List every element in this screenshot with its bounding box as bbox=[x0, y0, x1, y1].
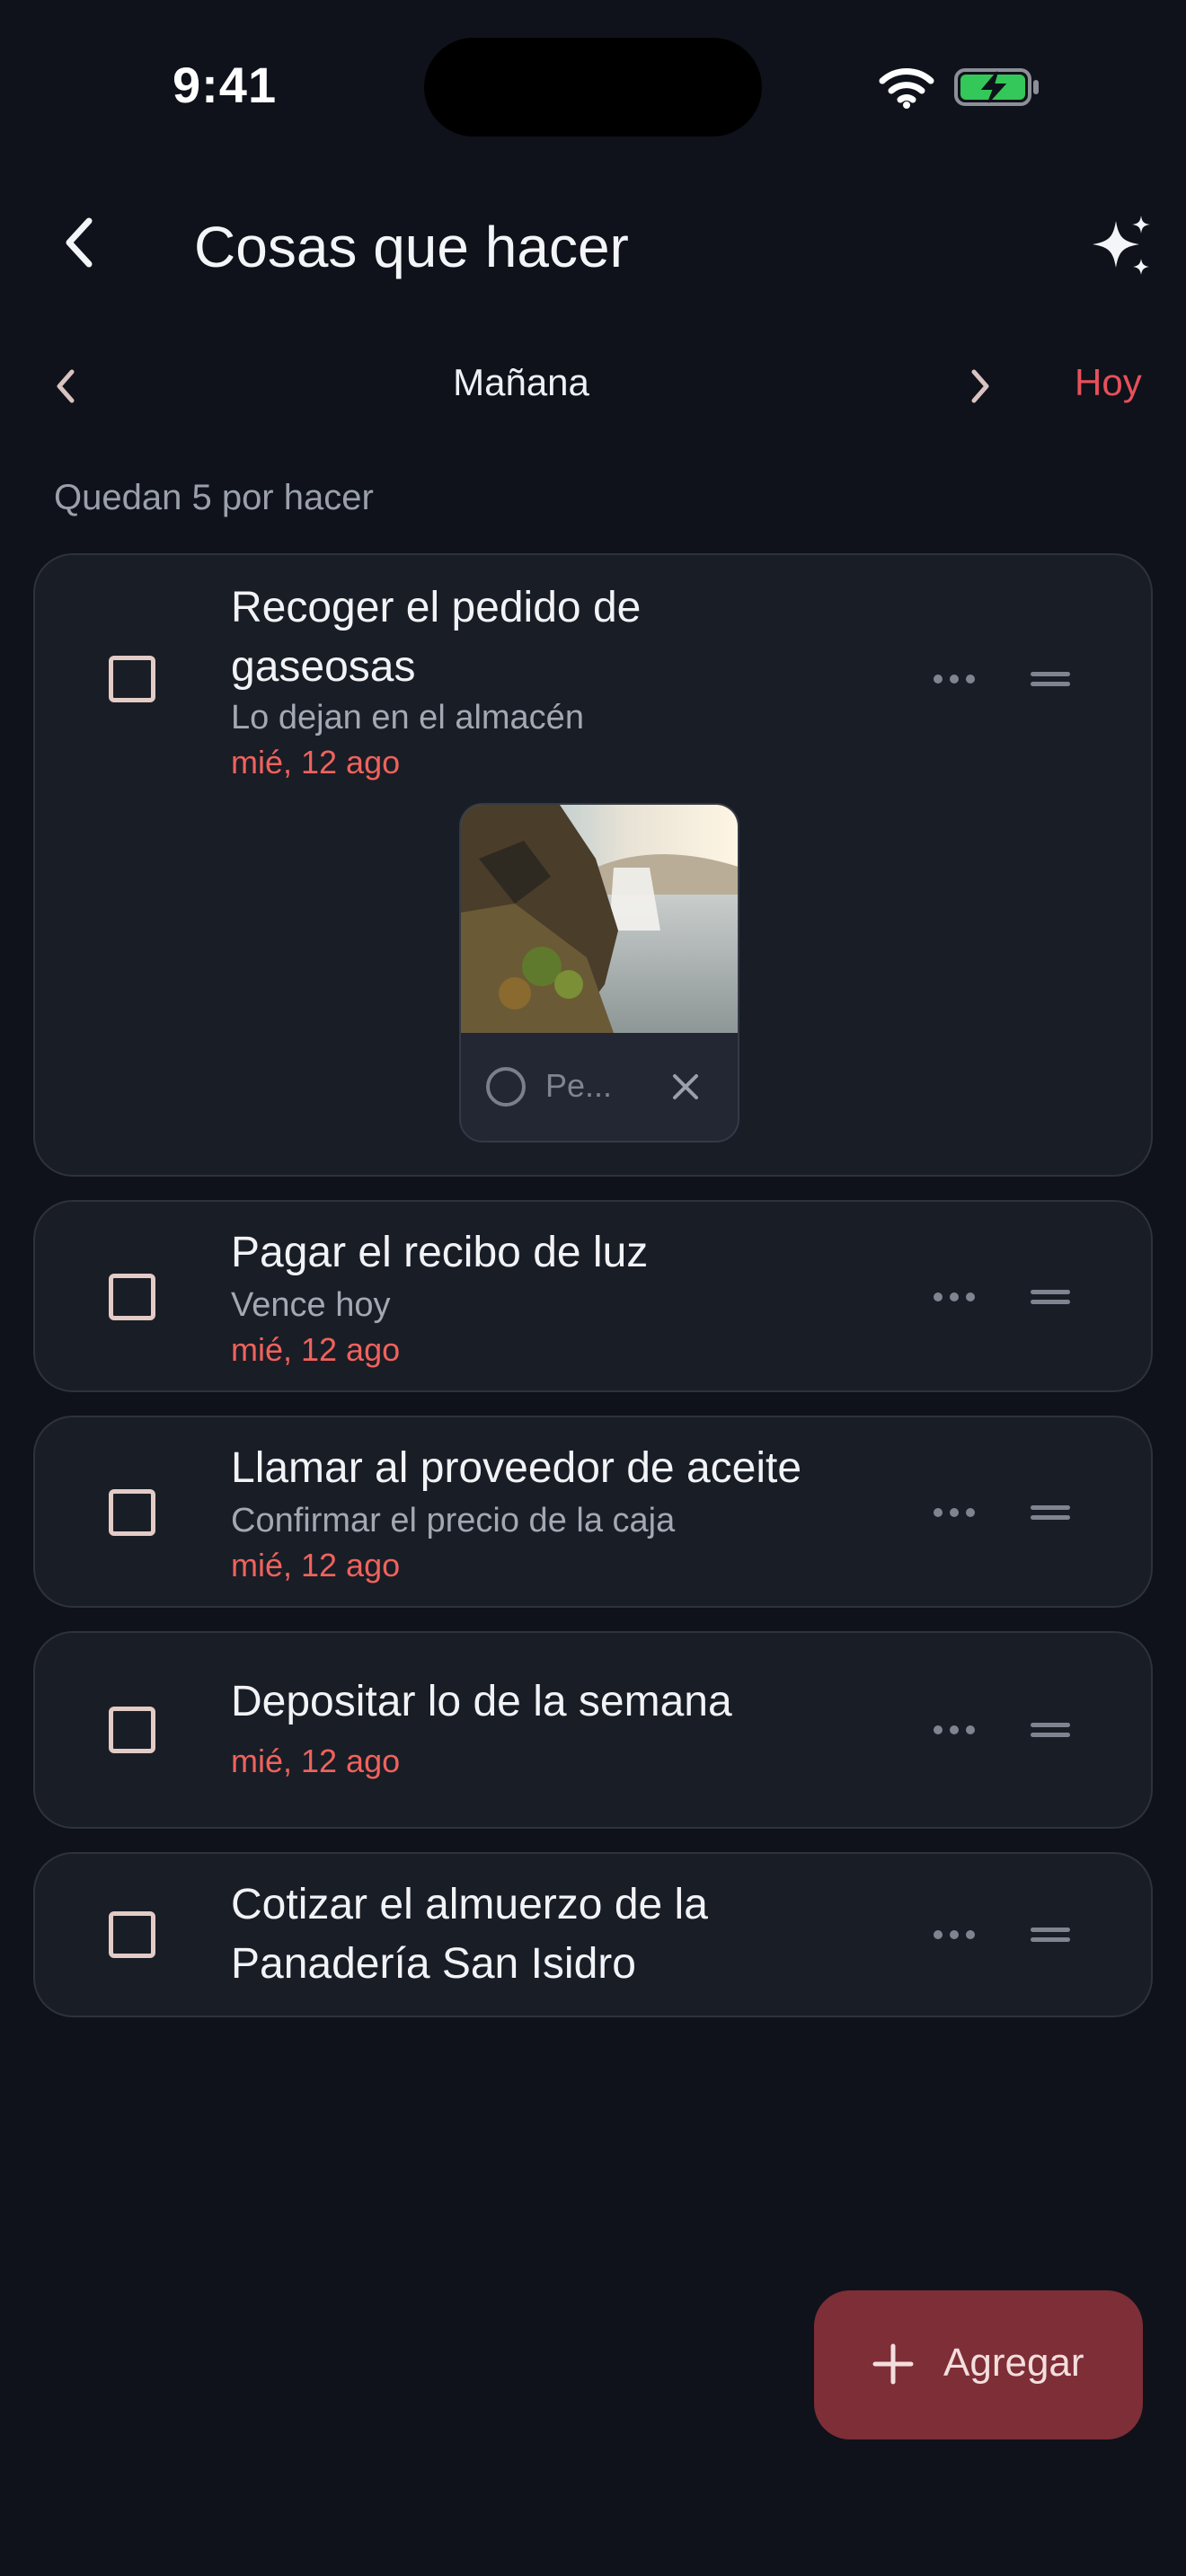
attachment-card[interactable]: Pe... bbox=[459, 803, 739, 1142]
task-checkbox[interactable] bbox=[109, 1707, 155, 1753]
status-bar: 9:41 bbox=[0, 0, 1186, 153]
page-title: Cosas que hacer bbox=[194, 215, 629, 279]
task-date: mié, 12 ago bbox=[231, 744, 401, 781]
wifi-icon bbox=[879, 68, 934, 109]
task-subtitle: Confirmar el precio de la caja bbox=[231, 1502, 676, 1539]
date-navigator: Mañana Hoy bbox=[0, 352, 1186, 420]
task-title: Pagar el recibo de luz bbox=[231, 1229, 649, 1276]
back-button[interactable] bbox=[47, 211, 110, 274]
task-title: Depositar lo de la semana bbox=[231, 1678, 732, 1725]
task-date: mié, 12 ago bbox=[231, 1742, 401, 1779]
today-button[interactable]: Hoy bbox=[1075, 361, 1142, 404]
drag-handle-icon[interactable] bbox=[1029, 1287, 1072, 1307]
more-options-icon[interactable] bbox=[932, 1926, 977, 1944]
task-checkbox[interactable] bbox=[109, 1274, 155, 1320]
previous-day-icon[interactable] bbox=[45, 361, 90, 411]
drag-handle-icon[interactable] bbox=[1029, 669, 1072, 689]
more-options-icon[interactable] bbox=[932, 1504, 977, 1522]
attachment-radio[interactable] bbox=[486, 1067, 526, 1107]
remaining-count: Quedan 5 por hacer bbox=[54, 478, 374, 517]
more-options-icon[interactable] bbox=[932, 1721, 977, 1739]
more-options-icon[interactable] bbox=[932, 670, 977, 688]
add-task-label: Agregar bbox=[943, 2341, 1084, 2385]
more-options-icon[interactable] bbox=[932, 1288, 977, 1306]
drag-handle-icon[interactable] bbox=[1029, 1503, 1072, 1522]
date-label: Mañana bbox=[453, 361, 589, 403]
dynamic-island bbox=[424, 38, 762, 137]
attachment-label: Pe... bbox=[545, 1067, 613, 1104]
task-title: Cotizar el almuerzo de la Panadería San … bbox=[231, 1881, 708, 1988]
waterfall-image bbox=[461, 805, 738, 1033]
task-card[interactable]: Depositar lo de la semana mié, 12 ago bbox=[33, 1631, 1153, 1829]
task-card[interactable]: Llamar al proveedor de aceite Confirmar … bbox=[33, 1416, 1153, 1608]
next-day-icon[interactable] bbox=[958, 361, 1003, 411]
close-icon[interactable] bbox=[668, 1069, 704, 1105]
task-card[interactable]: Cotizar el almuerzo de la Panadería San … bbox=[33, 1852, 1153, 2017]
app-bar: Cosas que hacer bbox=[0, 189, 1186, 296]
task-subtitle: Lo dejan en el almacén bbox=[231, 699, 584, 737]
add-task-button[interactable]: Agregar bbox=[814, 2290, 1143, 2439]
drag-handle-icon[interactable] bbox=[1029, 1925, 1072, 1945]
task-checkbox[interactable] bbox=[109, 656, 155, 702]
plus-icon bbox=[872, 2343, 914, 2385]
task-title: Recoger el pedido de gaseosas bbox=[231, 584, 642, 691]
task-date: mié, 12 ago bbox=[231, 1331, 401, 1368]
task-checkbox[interactable] bbox=[109, 1489, 155, 1536]
drag-handle-icon[interactable] bbox=[1029, 1720, 1072, 1740]
task-title: Llamar al proveedor de aceite bbox=[231, 1444, 802, 1492]
chevron-left-icon bbox=[66, 217, 93, 268]
task-card[interactable]: Recoger el pedido de gaseosas Lo dejan e… bbox=[33, 553, 1153, 1177]
battery-charging-icon bbox=[954, 68, 1039, 106]
task-date: mié, 12 ago bbox=[231, 1547, 401, 1584]
task-card[interactable]: Pagar el recibo de luz Vence hoy mié, 12… bbox=[33, 1200, 1153, 1392]
task-subtitle: Vence hoy bbox=[231, 1286, 391, 1324]
sparkle-icon[interactable] bbox=[1089, 214, 1154, 278]
status-time: 9:41 bbox=[173, 57, 278, 113]
task-checkbox[interactable] bbox=[109, 1911, 155, 1958]
